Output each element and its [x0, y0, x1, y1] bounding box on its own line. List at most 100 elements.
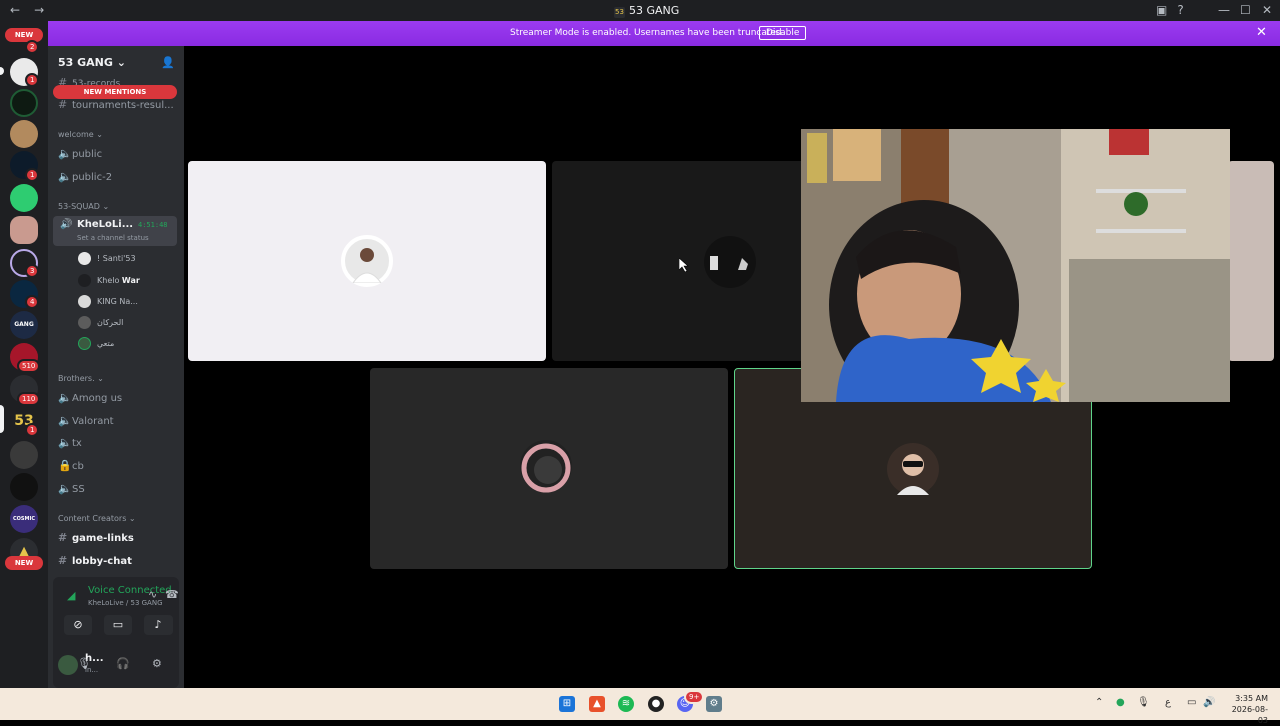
settings-icon[interactable]: ⚙: [152, 657, 162, 670]
tray-overflow-icon[interactable]: ⌃: [1095, 697, 1103, 708]
camera-off-button[interactable]: ⊘: [64, 615, 92, 635]
member-activity: Na...: [119, 297, 138, 306]
category-content-creators[interactable]: Content Creators ⌄: [58, 514, 136, 523]
back-icon[interactable]: ←: [10, 3, 34, 17]
server-icon-5[interactable]: [10, 216, 38, 244]
network-icon[interactable]: ▭: [1187, 697, 1196, 708]
close-window-icon[interactable]: ✕: [1262, 3, 1272, 17]
screen-share-button[interactable]: ▭: [104, 615, 132, 635]
windows-start-icon[interactable]: ⊞: [559, 696, 575, 712]
guild-header[interactable]: 53 GANG ⌄: [58, 56, 126, 69]
nav-arrows: ←→: [10, 3, 58, 17]
text-channel-lobby-chat[interactable]: # lobby-chat: [58, 554, 132, 567]
server-icon-2[interactable]: [10, 89, 38, 117]
channel-label: public: [72, 149, 103, 160]
add-user-icon[interactable]: 👤: [161, 56, 175, 69]
minimize-icon[interactable]: —: [1218, 3, 1230, 17]
spotify-icon[interactable]: ≋: [618, 696, 634, 712]
voice-channel-cb[interactable]: 🔒cb: [58, 459, 84, 472]
avatar: [78, 295, 91, 308]
os-taskbar: ⊞ ▲ ≋ ● ☺ 9+ ⚙ ⌃ ● 🎙 ع ▭ 🔊 3:35 AM 2026-…: [0, 688, 1280, 725]
category-label: Brothers.: [58, 374, 95, 383]
volume-icon[interactable]: 🔊: [1203, 697, 1215, 708]
server-badge: 110: [17, 392, 41, 406]
server-icon-cosmic[interactable]: COSMIC: [10, 505, 38, 533]
voice-connected-status[interactable]: Voice Connected: [88, 585, 172, 596]
category-welcome[interactable]: welcome ⌄: [58, 130, 103, 139]
new-unreads-pill-top[interactable]: NEW: [5, 28, 43, 42]
headphones-icon[interactable]: 🎧: [116, 657, 130, 670]
voice-member[interactable]: Khelo War: [78, 274, 140, 287]
voice-channel-valorant[interactable]: 🔈Valorant: [58, 414, 114, 427]
new-mentions-pill[interactable]: NEW MENTIONS: [53, 85, 177, 99]
close-icon[interactable]: ✕: [1256, 25, 1267, 40]
channel-tournaments[interactable]: # tournaments-resul...: [58, 98, 174, 111]
channel-label: Among us: [72, 393, 123, 404]
text-channel-game-links[interactable]: # game-links: [58, 531, 134, 544]
settings-gear-icon[interactable]: ⚙: [706, 696, 722, 712]
soundboard-button[interactable]: ♪: [144, 615, 172, 635]
active-voice-channel[interactable]: 🔊 KheLoLi... 4:51:48 Set a channel statu…: [53, 216, 177, 246]
category-53-squad[interactable]: 53-SQUAD ⌄: [58, 202, 109, 211]
disconnect-icon[interactable]: ☎: [165, 588, 179, 601]
speaker-icon: 🔈: [58, 436, 72, 449]
category-label: 53-SQUAD: [58, 202, 100, 211]
avatar: [704, 236, 756, 288]
brave-browser-icon[interactable]: ▲: [589, 696, 605, 712]
maximize-icon[interactable]: ☐: [1240, 3, 1251, 17]
streamer-webcam-overlay: [801, 129, 1230, 402]
channel-status[interactable]: Set a channel status: [77, 234, 149, 242]
voice-channel-tx[interactable]: 🔈tx: [58, 436, 82, 449]
title-bar: ←→ 53 53 GANG ▣? — ☐ ✕: [0, 0, 1280, 21]
server-badge: 1: [25, 168, 40, 182]
signal-icon[interactable]: ◢: [67, 589, 75, 602]
keyboard-language[interactable]: ع: [1165, 697, 1171, 708]
microphone-icon[interactable]: 🎙: [77, 657, 91, 670]
avatar: [520, 440, 572, 493]
help-icon[interactable]: ?: [1177, 3, 1183, 17]
selected-server-pip: [0, 405, 4, 433]
tray-mic-icon[interactable]: 🎙: [1137, 697, 1150, 708]
guild-name: 53 GANG: [58, 56, 113, 69]
inbox-icon[interactable]: ▣: [1156, 3, 1167, 17]
obs-icon[interactable]: ●: [648, 696, 664, 712]
channel-sidebar: 53 GANG ⌄ 👤 #53-records NEW MENTIONS # to…: [48, 46, 184, 688]
server-icon-skull[interactable]: [10, 441, 38, 469]
chevron-down-icon: ⌄: [116, 56, 126, 69]
voice-channel-among-us[interactable]: 🔈Among us: [58, 391, 122, 404]
server-icon-3[interactable]: [10, 120, 38, 148]
voice-member[interactable]: الحركان: [78, 316, 123, 329]
server-icon-robot[interactable]: [10, 184, 38, 212]
noise-suppression-icon[interactable]: ∿: [148, 588, 157, 601]
screen-share-icon: ▭: [112, 618, 124, 631]
hash-icon: #: [58, 98, 68, 111]
voice-member[interactable]: ! Santi'53: [78, 252, 136, 265]
server-badge: 510: [17, 359, 41, 373]
participant-tile-4[interactable]: [370, 368, 728, 569]
avatar[interactable]: [58, 655, 78, 675]
server-icon-10[interactable]: [10, 473, 38, 501]
tray-status-icon[interactable]: ●: [1116, 697, 1125, 708]
clock-date: 2026-08-03: [1231, 705, 1268, 725]
voice-channel-public[interactable]: 🔈public: [58, 147, 102, 160]
category-label: Content Creators: [58, 514, 127, 523]
forward-icon[interactable]: →: [34, 3, 58, 17]
server-sidebar: NEW 2 1 1 3 4 GANG 510 110 53 1 COSMIC ▲…: [0, 21, 48, 688]
soundboard-icon: ♪: [154, 618, 162, 631]
disable-streamer-mode-button[interactable]: Disable: [759, 26, 807, 40]
new-unreads-pill-bottom[interactable]: NEW: [5, 556, 43, 570]
voice-member[interactable]: متعي: [78, 337, 114, 350]
server-icon-gang[interactable]: GANG: [10, 311, 38, 339]
channel-label: tournaments-resul...: [72, 100, 174, 111]
category-label: welcome: [58, 130, 94, 139]
speaker-icon: 🔈: [58, 170, 72, 183]
voice-member[interactable]: KING Na...: [78, 295, 138, 308]
category-brothers[interactable]: Brothers. ⌄: [58, 374, 104, 383]
participant-tile-3[interactable]: [1228, 161, 1274, 361]
server-badge: 1: [25, 423, 40, 437]
voice-channel-public-2[interactable]: 🔈public-2: [58, 170, 112, 183]
participant-tile-1[interactable]: [188, 161, 546, 361]
voice-channel-ss[interactable]: 🔈SS: [58, 482, 85, 495]
system-clock[interactable]: 3:35 AM 2026-08-03: [1226, 693, 1268, 726]
channel-label: Valorant: [72, 416, 114, 427]
